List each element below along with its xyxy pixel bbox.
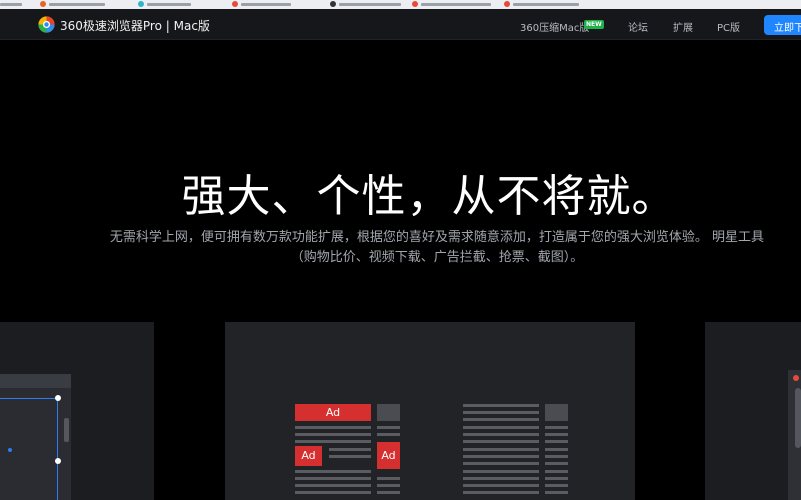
content-line [463, 418, 539, 421]
nav-forum[interactable]: 论坛 [628, 19, 648, 34]
content-line [463, 455, 539, 458]
bookmark-icon [504, 1, 510, 7]
bookmark-icon [232, 1, 238, 7]
content-line [295, 470, 371, 473]
hero-subtitle: 无需科学上网，便可拥有数万款功能扩展，根据您的喜好及需求随意添加，打造属于您的强… [109, 230, 765, 265]
mock-scrollbar [64, 418, 69, 442]
content-line [545, 455, 568, 458]
content-line [463, 470, 539, 473]
new-badge: NEW [584, 20, 604, 29]
content-line [545, 462, 568, 465]
content-line [545, 448, 568, 451]
bookmark-icon [138, 1, 144, 7]
content-line [545, 433, 568, 436]
content-line [463, 462, 539, 465]
content-line [463, 448, 539, 451]
content-line [329, 448, 371, 451]
nav-extensions[interactable]: 扩展 [673, 19, 693, 34]
content-line [377, 484, 400, 487]
content-line [377, 477, 400, 480]
content-line [377, 426, 400, 429]
brand-title[interactable]: 360极速浏览器Pro | Mac版 [60, 17, 210, 34]
ad-banner-top: Ad [295, 404, 371, 421]
download-button[interactable]: 立即下载 [764, 15, 801, 35]
feature-card-screenshot[interactable] [0, 322, 154, 500]
browser-logo-icon[interactable] [38, 16, 55, 33]
content-line [377, 491, 400, 494]
feature-card-next[interactable] [705, 322, 801, 500]
content-line [463, 426, 539, 429]
mock-window-titlebar [0, 374, 71, 388]
nav-compress-mac[interactable]: 360压缩Mac版 [520, 19, 589, 34]
content-line [463, 411, 539, 414]
content-line [295, 426, 371, 429]
feature-card-adblock[interactable]: Ad Ad Ad [225, 322, 635, 500]
bookmark-icon [40, 1, 46, 7]
content-line [295, 477, 371, 480]
content-line [295, 433, 371, 436]
ad-block-left: Ad [295, 446, 322, 466]
content-line [295, 484, 371, 487]
nav-pc-version[interactable]: PC版 [717, 19, 740, 34]
content-line [295, 440, 371, 443]
content-line [545, 426, 568, 429]
content-line [463, 404, 539, 407]
content-line [545, 477, 568, 480]
selection-handle [55, 395, 61, 401]
content-line [295, 491, 371, 494]
ad-block-right: Ad [377, 442, 400, 469]
content-line [545, 470, 568, 473]
site-header: 360极速浏览器Pro | Mac版 360压缩Mac版 NEW 论坛 扩展 P… [0, 9, 801, 40]
bookmark-icon [412, 1, 418, 7]
content-line [545, 440, 568, 443]
content-line [377, 433, 400, 436]
content-line [545, 484, 568, 487]
content-line [463, 484, 539, 487]
selection-center-dot [8, 448, 12, 452]
sidebar-block [545, 404, 568, 421]
content-line [463, 433, 539, 436]
close-dot-icon [793, 375, 799, 381]
sidebar-block [377, 404, 400, 421]
bookmark-icon [330, 1, 336, 7]
mock-scrollbar [795, 388, 801, 448]
content-line [463, 491, 539, 494]
bookmarks-bar [0, 0, 801, 9]
content-line [463, 440, 539, 443]
content-line [463, 477, 539, 480]
hero-title: 强大、个性，从不将就。 [181, 171, 677, 222]
content-line [329, 455, 371, 458]
content-line [545, 491, 568, 494]
selection-handle [55, 458, 61, 464]
